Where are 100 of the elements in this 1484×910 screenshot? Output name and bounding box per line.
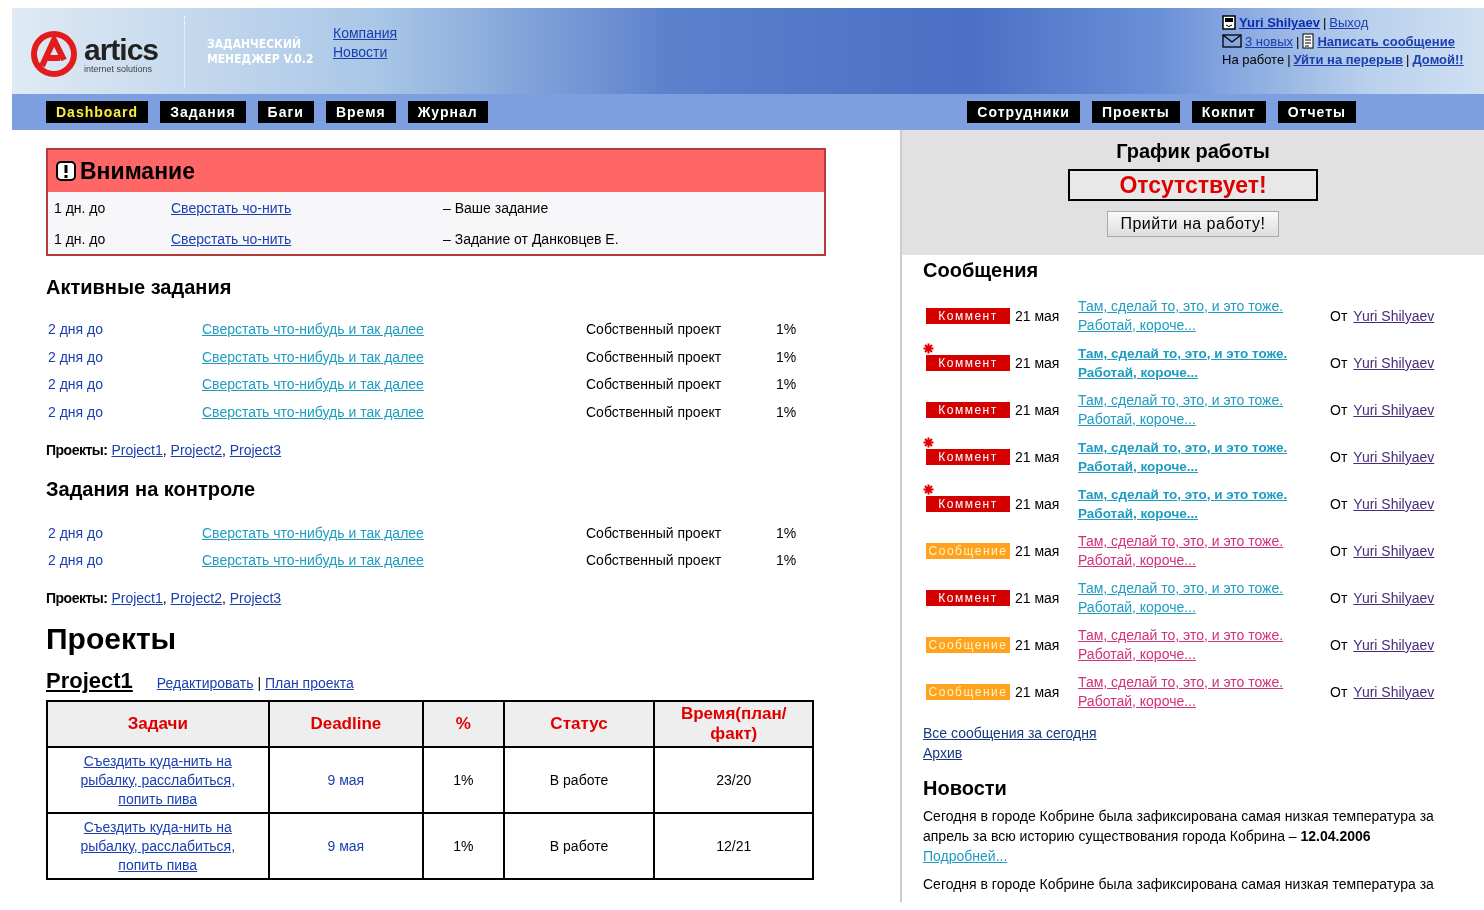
nav-tab[interactable]: Проекты bbox=[1091, 101, 1180, 123]
message-date: 21 мая bbox=[1015, 401, 1061, 418]
task-link[interactable]: Съездить куда-нить на рыбалку, расслабиться, попить пива bbox=[67, 817, 248, 875]
home-link[interactable]: Домой!! bbox=[1412, 52, 1464, 67]
messages-link[interactable]: Архив bbox=[923, 743, 963, 763]
task-link[interactable]: Сверстать чо-нить bbox=[171, 230, 292, 247]
column-header: Deadline bbox=[268, 701, 424, 748]
author-link[interactable]: Yuri Shilyaev bbox=[1353, 354, 1435, 371]
work-status: На работе bbox=[1222, 52, 1285, 67]
author-link[interactable]: Yuri Shilyaev bbox=[1353, 636, 1435, 653]
project-link[interactable]: Project2 bbox=[170, 590, 222, 607]
header-link[interactable]: Компания bbox=[333, 24, 398, 43]
percent-text: 1% bbox=[776, 403, 798, 420]
project-action-link[interactable]: План проекта bbox=[264, 675, 354, 692]
nav-tab[interactable]: Сотрудники bbox=[967, 101, 1080, 123]
from-label: От bbox=[1330, 448, 1348, 465]
author-link[interactable]: Yuri Shilyaev bbox=[1353, 589, 1435, 606]
separator: | bbox=[1322, 15, 1327, 30]
section-title: Задания на контроле bbox=[46, 477, 257, 501]
author-link[interactable]: Yuri Shilyaev bbox=[1353, 448, 1435, 465]
section-title: Новости bbox=[923, 777, 1008, 800]
separator: | bbox=[256, 675, 263, 692]
section-title: Активные задания bbox=[46, 276, 233, 299]
from-label: От bbox=[1330, 542, 1348, 559]
comma: , bbox=[162, 441, 168, 458]
nav-tab[interactable]: Баги bbox=[257, 101, 314, 123]
message-type-badge: Коммент bbox=[926, 589, 1010, 606]
project-text: Собственный проект bbox=[586, 320, 723, 337]
message-date: 21 мая bbox=[1015, 354, 1061, 371]
message-link[interactable]: Там, сделай то, это, и это тоже. Работай, короче... bbox=[1078, 625, 1328, 664]
message-link[interactable]: Там, сделай то, это, и это тоже. Работай, короче... bbox=[1078, 531, 1328, 570]
arrive-button[interactable]: Прийти на работу! bbox=[1107, 211, 1279, 237]
column-header: Статус bbox=[503, 701, 655, 748]
message-date: 21 мая bbox=[1015, 448, 1061, 465]
table-cell: 9 мая bbox=[268, 747, 424, 814]
logout-link[interactable]: Выход bbox=[1329, 15, 1369, 30]
task-link[interactable]: Съездить куда-нить на рыбалку, расслабиться, попить пива bbox=[67, 751, 248, 809]
due-text: 1 дн. до bbox=[54, 230, 107, 247]
percent-text: 1% bbox=[776, 376, 798, 393]
nav-tab[interactable]: Кокпит bbox=[1191, 101, 1266, 123]
author-link[interactable]: Yuri Shilyaev bbox=[1353, 495, 1435, 512]
project-link[interactable]: Project1 bbox=[111, 441, 163, 458]
nav-tab[interactable]: Время bbox=[325, 101, 396, 123]
message-type-badge: Коммент bbox=[926, 401, 1010, 418]
section-title: Сообщения bbox=[923, 259, 1040, 282]
message-type-badge: Сообщение bbox=[926, 636, 1010, 653]
from-label: От bbox=[1330, 354, 1348, 371]
new-messages-link[interactable]: 3 новых bbox=[1245, 33, 1293, 49]
author-link[interactable]: Yuri Shilyaev bbox=[1353, 542, 1435, 559]
logo-name: artics bbox=[84, 34, 159, 65]
project-link[interactable]: Project1 bbox=[111, 590, 163, 607]
percent-text: 1% bbox=[776, 552, 798, 569]
asterisk-icon bbox=[923, 483, 934, 495]
separator: | bbox=[1406, 52, 1410, 67]
project-text: Собственный проект bbox=[586, 376, 723, 393]
nav-tab[interactable]: Отчеты bbox=[1277, 101, 1356, 123]
message-type-badge: Сообщение bbox=[926, 683, 1010, 700]
projects-label: Проекты: bbox=[46, 590, 108, 607]
nav-tab[interactable]: Журнал bbox=[407, 101, 488, 123]
author-link[interactable]: Yuri Shilyaev bbox=[1353, 401, 1435, 418]
news-text: Сегодня в городе Кобрине была зафиксирована самая низкая температура за апрель за всю историю существования города Кобрина – 12.04.2006 Подробней... bbox=[923, 807, 1435, 866]
message-link[interactable]: Там, сделай то, это, и это тоже. Работай, короче... bbox=[1078, 672, 1328, 711]
author-link[interactable]: Yuri Shilyaev bbox=[1353, 307, 1435, 324]
table-cell: В работе bbox=[503, 747, 655, 814]
message-date: 21 мая bbox=[1015, 542, 1061, 559]
percent-text: 1% bbox=[776, 320, 798, 337]
user-name-link[interactable]: Yuri Shilyaev bbox=[1239, 15, 1320, 30]
message-type-badge: Коммент bbox=[926, 448, 1010, 465]
project-text: Собственный проект bbox=[586, 524, 723, 541]
table-cell: 12/21 bbox=[654, 813, 813, 880]
project-link[interactable]: Project3 bbox=[229, 441, 282, 458]
column-header: Время(план/ факт) bbox=[654, 701, 813, 748]
warning-icon bbox=[56, 161, 76, 181]
project-link[interactable]: Project3 bbox=[229, 590, 282, 607]
author-link[interactable]: Yuri Shilyaev bbox=[1353, 683, 1435, 700]
task-note: – Ваше задание bbox=[443, 199, 550, 216]
comma: , bbox=[162, 590, 168, 607]
due-text: 2 дня до bbox=[48, 376, 104, 393]
from-label: От bbox=[1330, 401, 1348, 418]
project-action-link[interactable]: Редактировать bbox=[156, 675, 254, 692]
task-link[interactable]: Сверстать чо-нить bbox=[171, 199, 292, 216]
nav-tab[interactable]: Задания bbox=[160, 101, 246, 123]
logo-tagline: internet solutions bbox=[84, 64, 154, 74]
message-date: 21 мая bbox=[1015, 495, 1061, 512]
nav-tab[interactable]: Dashboard bbox=[46, 101, 149, 123]
header-link[interactable]: Новости bbox=[333, 43, 398, 62]
table-cell: 1% bbox=[423, 813, 504, 880]
table-cell: 1% bbox=[423, 747, 504, 814]
project-text: Собственный проект bbox=[586, 552, 723, 569]
project-link[interactable]: Project2 bbox=[170, 441, 222, 458]
task-note: – Задание от Данковцев Е. bbox=[443, 230, 620, 247]
from-label: От bbox=[1330, 307, 1348, 324]
messages-link[interactable]: Все сообщения за сегодня bbox=[923, 723, 1097, 743]
message-date: 21 мая bbox=[1015, 589, 1061, 606]
write-message-link[interactable]: Написать сообщение bbox=[1317, 33, 1455, 49]
message-date: 21 мая bbox=[1015, 636, 1061, 653]
message-type-badge: Коммент bbox=[926, 307, 1010, 324]
break-link[interactable]: Уйти на перерыв bbox=[1293, 52, 1404, 67]
message-date: 21 мая bbox=[1015, 683, 1061, 700]
section-title: Проекты bbox=[46, 622, 178, 657]
